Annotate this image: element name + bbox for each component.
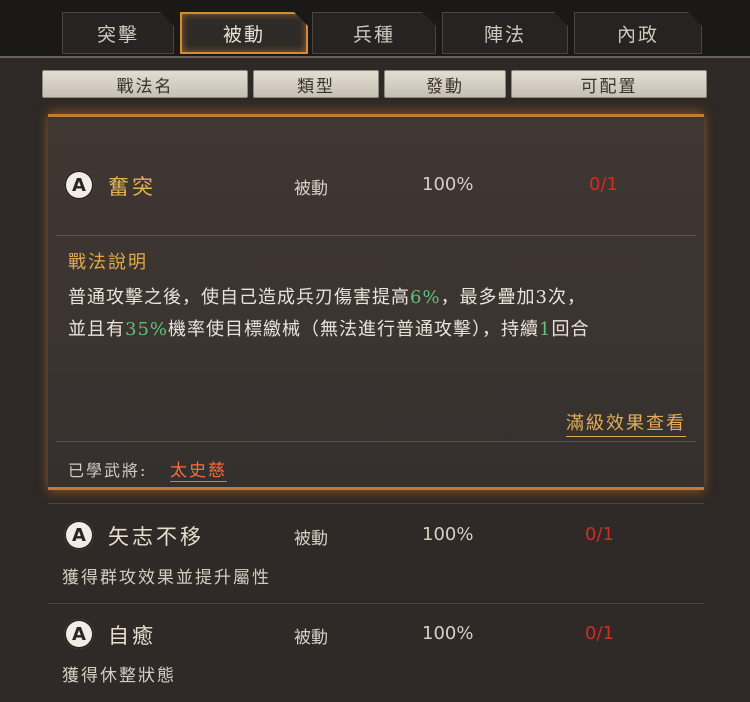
header-type[interactable]: 類型	[253, 70, 379, 98]
tab-label: 內政	[616, 23, 659, 46]
grade-badge: A	[64, 520, 94, 550]
tactic-slots: 0/1	[589, 174, 618, 195]
tactic-slots: 0/1	[585, 524, 614, 545]
tactic-summary: 獲得休整狀態	[62, 666, 176, 686]
learned-generals-label: 已學武將:	[68, 461, 148, 480]
tab-assault[interactable]: 突擊	[62, 12, 174, 54]
divider	[56, 235, 696, 236]
tactic-type: 被動	[294, 179, 328, 199]
grade-badge: A	[64, 619, 94, 649]
tactic-card-expanded[interactable]: A 奮突 被動 100% 0/1 戰法說明 普通攻擊之後，使自己造成兵刃傷害提高…	[48, 114, 704, 490]
full-effect-link[interactable]: 滿級效果查看	[566, 409, 686, 437]
tab-troop-type[interactable]: 兵種	[312, 12, 436, 54]
tactic-trigger-rate: 100%	[422, 623, 474, 644]
tactic-trigger-rate: 100%	[422, 174, 474, 195]
tactic-trigger-rate: 100%	[422, 524, 474, 545]
tactic-name: 矢志不移	[108, 525, 204, 549]
header-slots[interactable]: 可配置	[511, 70, 707, 98]
tactic-slots: 0/1	[585, 623, 614, 644]
description-line-2: 並且有35%機率使目標繳械（無法進行普通攻擊），持續1回合	[68, 319, 590, 340]
description-title: 戰法說明	[68, 252, 148, 273]
description-line-1: 普通攻擊之後，使自己造成兵刃傷害提高6%，最多疊加3次，	[68, 287, 587, 308]
divider	[56, 441, 696, 442]
tactic-type: 被動	[294, 628, 328, 648]
tab-label: 陣法	[483, 23, 526, 46]
header-trigger[interactable]: 發動	[384, 70, 506, 98]
tab-formation[interactable]: 陣法	[442, 12, 568, 54]
tactic-row[interactable]: A 自癒 被動 100% 0/1 獲得休整狀態	[48, 603, 704, 702]
header-tactic-name[interactable]: 戰法名	[42, 70, 248, 98]
tab-label: 突擊	[96, 23, 139, 46]
column-headers: 戰法名 類型 發動 可配置	[0, 60, 750, 104]
tab-label: 兵種	[352, 23, 395, 46]
learned-general-link[interactable]: 太史慈	[170, 456, 227, 482]
tactic-row[interactable]: A 矢志不移 被動 100% 0/1 獲得群攻效果並提升屬性	[48, 503, 704, 595]
grade-badge: A	[64, 170, 94, 200]
tab-domestic[interactable]: 內政	[574, 12, 702, 54]
tab-label: 被動	[222, 23, 265, 46]
tactic-name: 自癒	[108, 624, 156, 648]
tab-bar: 突擊 被動 兵種 陣法 內政	[0, 0, 750, 58]
tactic-name: 奮突	[108, 175, 156, 199]
tactic-type: 被動	[294, 529, 328, 549]
tab-divider	[0, 56, 750, 58]
tab-passive[interactable]: 被動	[180, 12, 308, 54]
tactic-summary: 獲得群攻效果並提升屬性	[62, 568, 271, 588]
